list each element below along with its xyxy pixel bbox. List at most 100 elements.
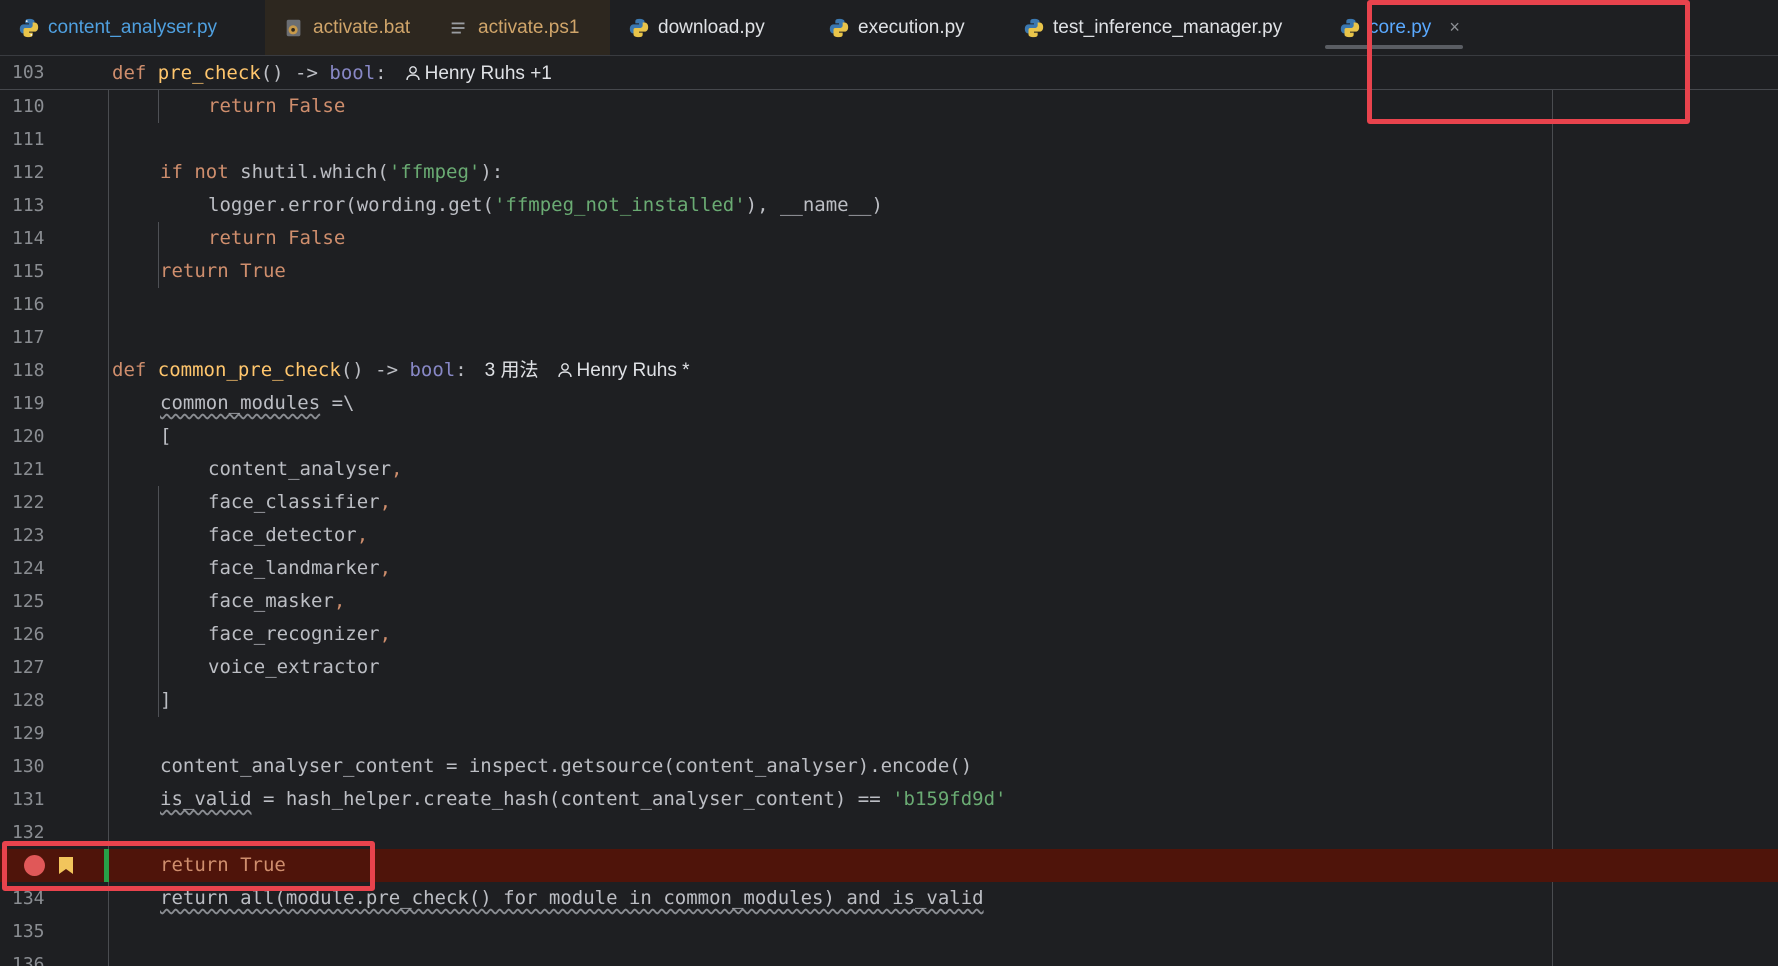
code-line[interactable]: 125 face_masker, [0,585,1778,618]
code-line[interactable]: 128 ] [0,684,1778,717]
line-number: 115 [12,261,45,282]
python-icon [1024,18,1044,37]
python-icon [629,18,649,37]
line-number: 125 [12,591,45,612]
line-number: 124 [12,558,45,579]
tab-test-inference-manager[interactable]: test_inference_manager.py [1005,0,1295,55]
line-number: 128 [12,690,45,711]
code-line[interactable]: 126 face_recognizer, [0,618,1778,651]
code-line[interactable]: 129 [0,717,1778,750]
tab-activate-ps1[interactable]: activate.ps1 [430,0,610,55]
tab-content-analyser[interactable]: content_analyser.py [0,0,265,55]
keyword: def [112,359,147,381]
python-icon [1340,18,1360,37]
variable-warning: common_modules [160,392,321,414]
variable-warning: is_valid [160,788,252,810]
line-number: 113 [12,195,45,216]
line-number: 122 [12,492,45,513]
line-number: 130 [12,756,45,777]
code-line[interactable]: 114 return False [0,222,1778,255]
comma: , [379,557,392,579]
code-text: face_detector [208,524,357,546]
line-number: 116 [12,294,45,315]
literal: False [288,227,346,249]
string-literal: 'ffmpeg_not_installed' [493,194,746,216]
keyword: if [160,161,183,183]
code-line[interactable]: 122 face_classifier, [0,486,1778,519]
code-line[interactable]: 135 [0,915,1778,948]
string-literal: 'ffmpeg' [388,161,481,183]
tab-label: content_analyser.py [48,16,218,38]
python-icon [19,18,39,37]
code-text: [ [160,425,172,447]
author-name: Henry Ruhs * [576,360,690,381]
python-icon [829,18,849,37]
comma: , [379,623,392,645]
user-icon [557,363,572,378]
code-line[interactable]: 124 face_landmarker, [0,552,1778,585]
code-line[interactable]: 120 [ [0,420,1778,453]
line-number: 118 [12,360,45,381]
keyword: return [208,227,277,249]
keyword: return [160,260,229,282]
signature: () -> [340,359,410,381]
author-hint[interactable]: Henry Ruhs +1 [405,63,552,84]
code-line[interactable]: 111 [0,123,1778,156]
user-icon [405,66,420,81]
code-line[interactable]: 121 content_analyser, [0,453,1778,486]
line-number: 112 [12,162,45,183]
author-hint[interactable]: Henry Ruhs * [557,360,690,381]
colon: : [375,62,387,84]
keyword: def [112,62,147,84]
comma: , [333,590,346,612]
tab-activate-bat[interactable]: activate.bat [265,0,430,55]
code-line[interactable]: 123 face_detector, [0,519,1778,552]
tab-label: activate.ps1 [478,16,580,38]
code-line[interactable]: 116 [0,288,1778,321]
code-line[interactable]: 115 return True [0,255,1778,288]
usages-hint[interactable]: 3 用法 [485,360,539,381]
line-number: 103 [12,62,45,83]
line-number: 119 [12,393,45,414]
gear-file-icon [286,19,301,36]
comma: , [356,524,369,546]
code-text: content_analyser_content = inspect.getso… [160,755,973,777]
comma: , [391,458,403,480]
code-text: shutil.which( [240,161,389,183]
tab-download[interactable]: download.py [610,0,810,55]
tab-execution[interactable]: execution.py [810,0,1005,55]
line-number: 126 [12,624,45,645]
line-number: 127 [12,657,45,678]
tab-label: download.py [658,16,765,38]
code-line[interactable]: 131 is_valid = hash_helper.create_hash(c… [0,783,1778,816]
line-number: 121 [12,459,45,480]
highlight-box-breakpoint [2,841,375,891]
type-name: bool [329,62,376,84]
code-text: =\ [320,392,355,414]
keyword: not [194,161,229,183]
code-text: ), __name__) [745,194,883,216]
line-number: 111 [12,129,45,150]
code-line[interactable]: 113 logger.error(wording.get('ffmpeg_not… [0,189,1778,222]
code-text: logger.error(wording.get( [208,194,494,216]
comma: , [379,491,392,513]
code-line[interactable]: 127 voice_extractor [0,651,1778,684]
code-line[interactable]: 112 if not shutil.which('ffmpeg'): [0,156,1778,189]
code-editor[interactable]: 103 def pre_check () -> bool: Henry Ruhs +… [0,56,1778,966]
code-line[interactable]: 117 [0,321,1778,354]
literal: True [240,260,286,282]
line-number: 135 [12,921,45,942]
code-line[interactable]: 130 content_analyser_content = inspect.g… [0,750,1778,783]
text-file-icon [451,22,465,33]
tab-label: activate.bat [313,16,411,38]
code-line[interactable]: 118 def common_pre_check() -> bool: 3 用法 H… [0,354,1778,387]
literal: False [288,95,346,117]
code-line[interactable]: 119 common_modules =\ [0,387,1778,420]
code-line[interactable]: 136 [0,948,1778,966]
line-number: 117 [12,327,45,348]
keyword: return [208,95,277,117]
tab-label: execution.py [858,16,965,38]
function-name: pre_check [157,62,261,84]
string-literal: 'b159fd9d' [892,788,1007,810]
code-text: ): [480,161,504,183]
